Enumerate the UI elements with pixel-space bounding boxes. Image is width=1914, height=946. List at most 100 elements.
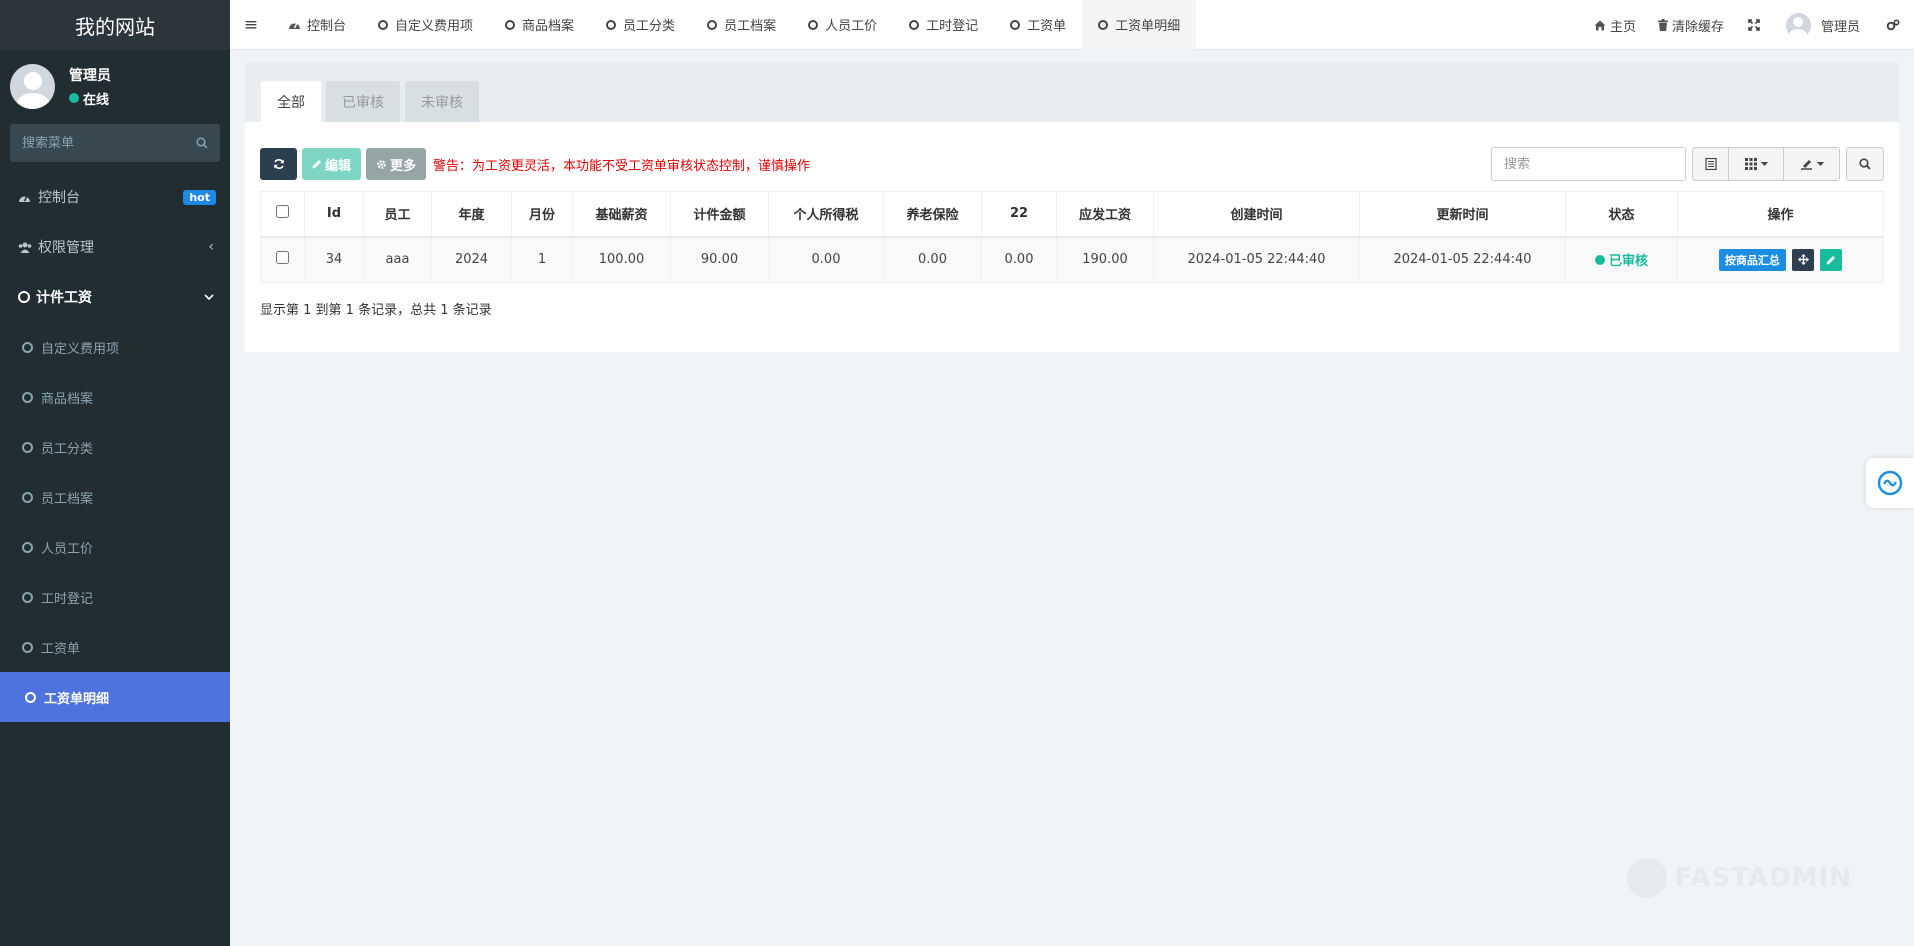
- sidebar-search-input[interactable]: [22, 135, 172, 151]
- tab-custom-fees[interactable]: 自定义费用项: [362, 0, 489, 50]
- column-header[interactable]: 计件金额: [670, 191, 769, 238]
- tab-unapproved[interactable]: 未审核: [405, 81, 479, 122]
- user-menu[interactable]: 管理员: [1785, 12, 1860, 38]
- tab-labor-rates[interactable]: 人员工价: [792, 0, 893, 50]
- gears-icon: [1886, 19, 1900, 31]
- data-table: Id 员工 年度 月份 基础薪资 计件金额 个人所得税 养老保险 22 应发工资…: [260, 191, 1884, 283]
- column-header[interactable]: 基础薪资: [572, 191, 671, 238]
- toolbar-right: [1491, 147, 1884, 181]
- search-icon[interactable]: [196, 137, 208, 149]
- cog-icon: [376, 159, 387, 170]
- column-header[interactable]: Id: [304, 191, 364, 238]
- circle-icon: [1098, 19, 1109, 30]
- circle-icon: [22, 441, 33, 453]
- top-right-actions: 主页 清除缓存 管理员: [1566, 0, 1900, 50]
- dashboard-icon: [288, 19, 301, 30]
- home-link[interactable]: 主页: [1594, 16, 1636, 35]
- tab-products[interactable]: 商品档案: [489, 0, 590, 50]
- content-panel: 全部 已审核 未审核 编辑 更多 警告：为工资更灵活，本功能不受工资单审核状态控…: [245, 63, 1899, 352]
- cell-month: 1: [511, 236, 573, 283]
- grid-icon: [1744, 158, 1757, 170]
- sidebar-subitem-label: 自定义费用项: [41, 341, 120, 357]
- tab-approved[interactable]: 已审核: [326, 81, 400, 122]
- column-header[interactable]: 应发工资: [1056, 191, 1154, 238]
- table-search-input[interactable]: [1504, 156, 1673, 172]
- expand-icon: [1748, 19, 1760, 31]
- clear-cache-button[interactable]: 清除缓存: [1657, 16, 1724, 35]
- tab-label: 控制台: [307, 19, 347, 34]
- circle-icon: [22, 341, 33, 353]
- sidebar-subitem-timesheet[interactable]: 工时登记: [0, 572, 230, 622]
- sidebar-item-label: 计件工资: [36, 290, 92, 306]
- tab-payroll[interactable]: 工资单: [994, 0, 1082, 50]
- sidebar-subitem-employee-categories[interactable]: 员工分类: [0, 422, 230, 472]
- column-header[interactable]: 22: [981, 191, 1057, 238]
- column-header[interactable]: 状态: [1565, 191, 1678, 238]
- table-search[interactable]: [1491, 147, 1686, 181]
- refresh-button[interactable]: [260, 148, 297, 180]
- select-all-checkbox[interactable]: [276, 205, 289, 219]
- tab-dashboard[interactable]: 控制台: [272, 0, 362, 50]
- summarize-by-product-button[interactable]: 按商品汇总: [1718, 248, 1786, 271]
- settings-button[interactable]: [1886, 19, 1900, 31]
- drag-sort-button[interactable]: [1792, 248, 1814, 271]
- row-checkbox[interactable]: [276, 251, 289, 265]
- user-status: 在线: [69, 89, 111, 108]
- online-dot-icon: [69, 93, 79, 103]
- pencil-icon: [312, 159, 322, 169]
- tab-label: 工资单明细: [1115, 19, 1181, 34]
- sidebar-item-label: 控制台: [38, 190, 80, 206]
- sidebar-item-piecework[interactable]: 计件工资: [0, 272, 230, 322]
- sidebar-subitem-custom-fees[interactable]: 自定义费用项: [0, 322, 230, 372]
- tab-payroll-detail[interactable]: 工资单明细: [1082, 0, 1197, 50]
- trash-icon: [1657, 19, 1668, 31]
- column-header[interactable]: 员工: [363, 191, 432, 238]
- menu-toggle-icon[interactable]: ≡: [230, 15, 272, 35]
- cell-updated-time: 2024-01-05 22:44:40: [1359, 236, 1566, 283]
- users-icon: [18, 242, 32, 253]
- column-header[interactable]: 年度: [431, 191, 512, 238]
- status-dot-icon: [1594, 254, 1605, 265]
- sidebar-item-permissions[interactable]: 权限管理 ‹: [0, 222, 230, 272]
- select-all-cell: [260, 191, 305, 238]
- edit-button[interactable]: 编辑: [302, 148, 362, 180]
- sidebar-subitem-labor-rates[interactable]: 人员工价: [0, 522, 230, 572]
- tab-timesheet[interactable]: 工时登记: [893, 0, 994, 50]
- sidebar-search[interactable]: [10, 124, 220, 162]
- more-button[interactable]: 更多: [366, 148, 427, 180]
- cell-piece-amount: 90.00: [670, 236, 769, 283]
- cell-22: 0.00: [981, 236, 1057, 283]
- edit-row-button[interactable]: [1820, 248, 1843, 271]
- cell-status: 已审核: [1565, 236, 1678, 283]
- column-header[interactable]: 更新时间: [1359, 191, 1566, 238]
- column-header[interactable]: 养老保险: [883, 191, 982, 238]
- toggle-view-button[interactable]: [1693, 148, 1729, 180]
- sidebar-subitem-payroll-detail[interactable]: 工资单明细: [0, 672, 230, 722]
- common-search-button[interactable]: [1846, 147, 1884, 181]
- fullscreen-button[interactable]: [1748, 19, 1760, 31]
- columns-dropdown[interactable]: [1729, 148, 1784, 180]
- export-dropdown[interactable]: [1784, 148, 1839, 180]
- clear-cache-label: 清除缓存: [1671, 19, 1724, 35]
- status-text: 已审核: [1608, 254, 1648, 270]
- sidebar-subitem-employees[interactable]: 员工档案: [0, 472, 230, 522]
- column-header[interactable]: 创建时间: [1153, 191, 1360, 238]
- column-header[interactable]: 个人所得税: [768, 191, 884, 238]
- user-name: 管理员: [69, 67, 111, 84]
- sidebar-subitem-label: 人员工价: [41, 541, 94, 557]
- sidebar-item-dashboard[interactable]: 控制台 hot: [0, 172, 230, 222]
- tab-employee-categories[interactable]: 员工分类: [590, 0, 691, 50]
- column-header[interactable]: 月份: [511, 191, 573, 238]
- tab-all[interactable]: 全部: [261, 81, 321, 122]
- brand-title[interactable]: 我的网站: [0, 0, 230, 50]
- cell-operations: 按商品汇总: [1677, 236, 1884, 283]
- tab-employees[interactable]: 员工档案: [691, 0, 792, 50]
- circle-icon: [808, 19, 819, 30]
- sidebar-subitem-payroll[interactable]: 工资单: [0, 622, 230, 672]
- edit-label: 编辑: [325, 158, 352, 174]
- avatar: [1785, 12, 1811, 38]
- cell-base-salary: 100.00: [572, 236, 671, 283]
- table-row[interactable]: 34 aaa 2024 1 100.00 90.00 0.00 0.00 0.0…: [260, 236, 1884, 283]
- sidebar-subitem-products[interactable]: 商品档案: [0, 372, 230, 422]
- floating-assistant-button[interactable]: [1866, 458, 1914, 508]
